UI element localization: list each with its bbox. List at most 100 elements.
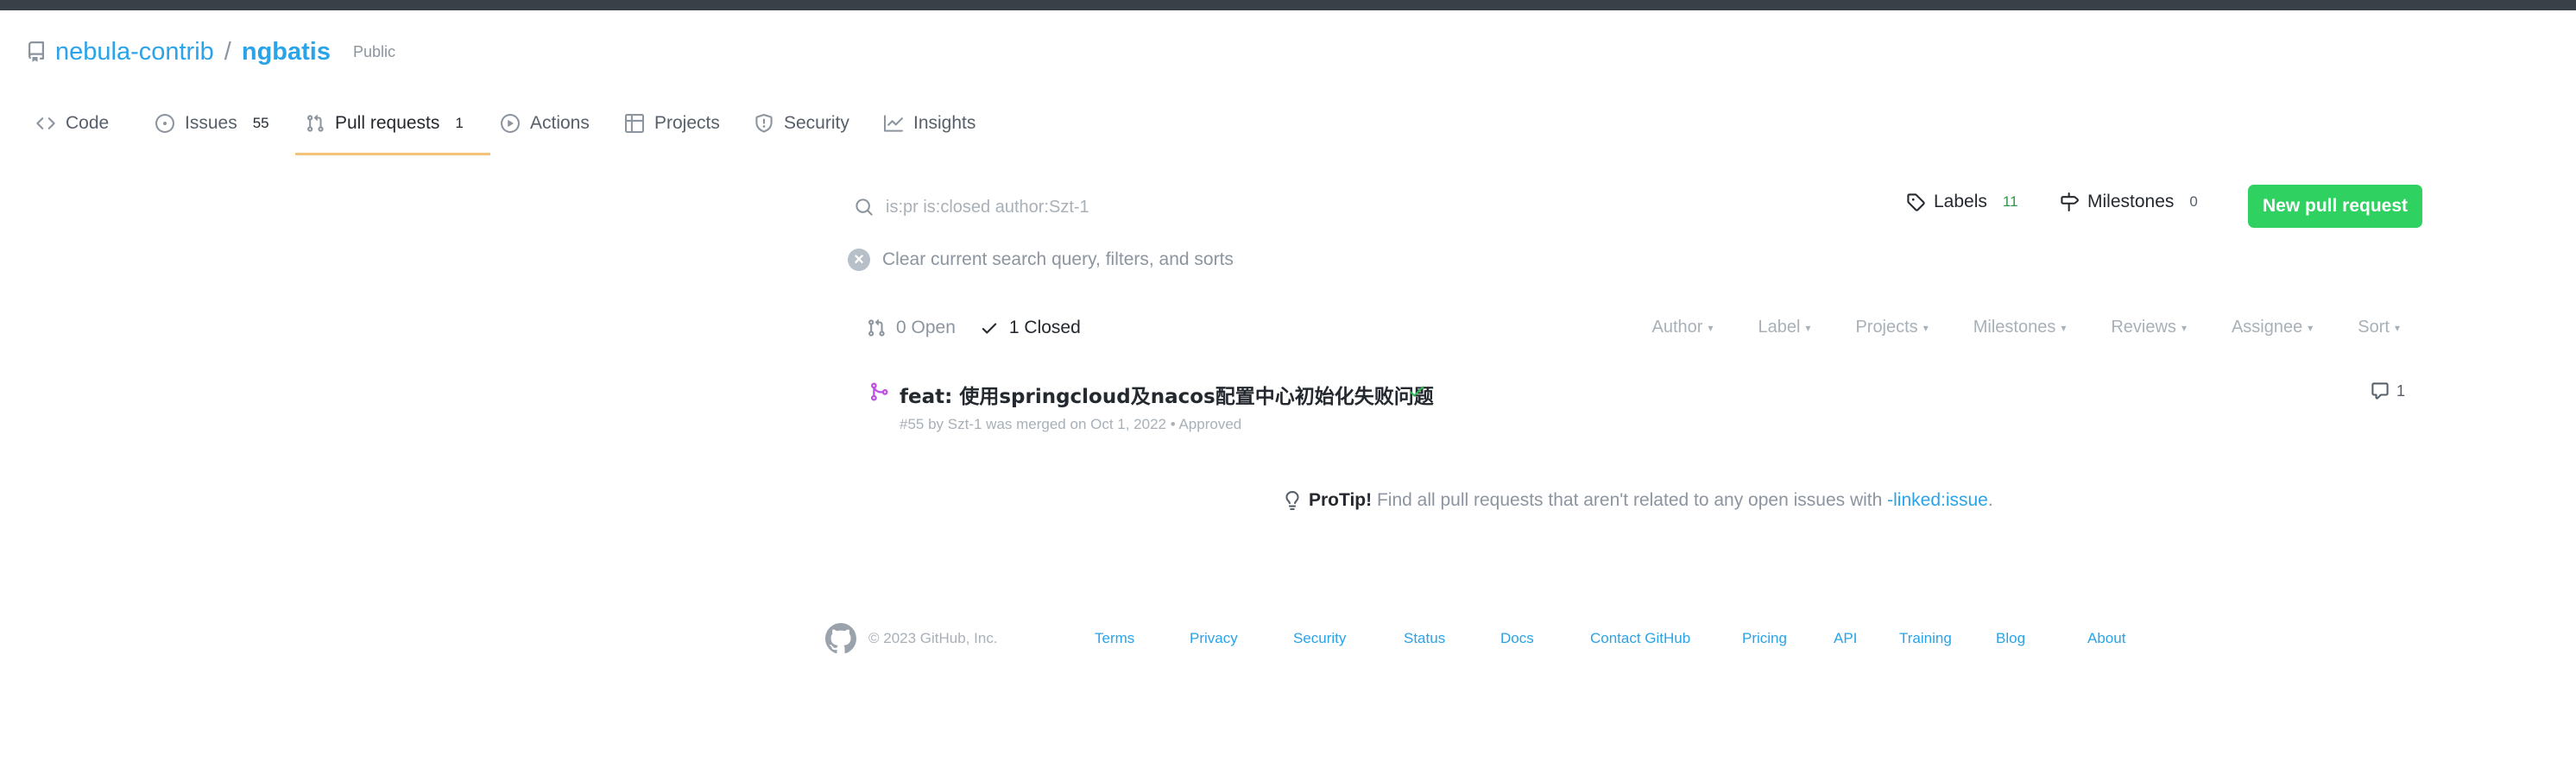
author-filter[interactable]: Author ▾ (1652, 318, 1714, 337)
chevron-down-icon: ▾ (2308, 321, 2314, 334)
filter-dropdowns: Author ▾ Label ▾ Projects ▾ Milestones ▾ Rev… (1652, 318, 2401, 337)
tab-security[interactable]: Security (744, 105, 874, 142)
clear-search-query-link[interactable]: × Clear current search query, filters, a… (848, 249, 1234, 271)
new-pull-request-button[interactable]: New pull request (2248, 185, 2422, 228)
labels-label: Labels (1934, 192, 1987, 211)
tab-pull-requests-count: 1 (455, 115, 464, 131)
list-item: feat: 使用springcloud及nacos配置中心初始化失败问题 #55… (868, 378, 2405, 447)
tab-pull-requests[interactable]: Pull requests 1 (295, 105, 490, 155)
pr-state-toggle: 0 Open 1 Closed (867, 318, 1081, 338)
clear-search-query-label: Clear current search query, filters, and… (882, 249, 1234, 269)
milestones-count: 0 (2189, 193, 2198, 210)
check-icon (1409, 386, 1424, 397)
graph-icon (884, 115, 903, 132)
repo-nav-tabs: Code Issues 55 Pull requests 1 Actions P… (26, 105, 1003, 155)
footer-link-training[interactable]: Training (1899, 630, 1996, 647)
chevron-down-icon: ▾ (1708, 321, 1714, 334)
author-filter-label: Author (1651, 318, 1703, 337)
labels-button[interactable]: Labels 11 (1906, 192, 2018, 212)
closed-state-link[interactable]: 1 Closed (980, 318, 1081, 338)
chevron-down-icon: ▾ (2061, 321, 2067, 334)
check-icon (982, 323, 997, 334)
label-filter-label: Label (1758, 318, 1801, 337)
open-state-label: 0 Open (896, 318, 956, 337)
assignee-filter[interactable]: Assignee ▾ (2232, 318, 2313, 337)
play-icon (501, 114, 520, 133)
pr-title-link[interactable]: feat: 使用springcloud及nacos配置中心初始化失败问题 (900, 380, 1434, 409)
repo-owner-link[interactable]: nebula-contrib (55, 38, 214, 66)
code-icon (36, 117, 55, 129)
projects-filter[interactable]: Projects ▾ (1855, 318, 1928, 337)
chevron-down-icon: ▾ (2394, 321, 2400, 334)
reviews-filter[interactable]: Reviews ▾ (2111, 318, 2187, 337)
comment-icon (2371, 382, 2389, 400)
search-icon (856, 198, 873, 216)
tab-issues-count: 55 (252, 115, 269, 131)
milestones-button[interactable]: Milestones 0 (2060, 192, 2198, 212)
search-input[interactable] (886, 197, 1369, 217)
pr-comments-count: 1 (2396, 381, 2405, 400)
tag-icon (1907, 193, 1925, 211)
label-filter[interactable]: Label ▾ (1758, 318, 1810, 337)
repo-separator: / (224, 37, 231, 66)
search-bar (855, 190, 1390, 224)
repo-name-link[interactable]: ngbatis (242, 38, 331, 66)
footer-link-api[interactable]: API (1834, 630, 1899, 647)
tab-issues[interactable]: Issues 55 (145, 105, 295, 142)
top-bar (0, 0, 2576, 10)
protip-lead: ProTip! (1309, 490, 1373, 510)
repo-header: nebula-contrib / ngbatis Public (26, 36, 395, 67)
milestones-filter[interactable]: Milestones ▾ (1973, 318, 2067, 337)
pr-meta: #55 by Szt-1 was merged on Oct 1, 2022 •… (900, 416, 1242, 432)
github-logo-icon[interactable] (825, 623, 856, 654)
tab-insights-label: Insights (913, 113, 976, 133)
pr-comments-link[interactable]: 1 (2371, 381, 2405, 400)
projects-filter-label: Projects (1855, 318, 1918, 337)
git-pull-request-icon (307, 114, 324, 132)
tab-projects[interactable]: Projects (615, 105, 744, 142)
chevron-down-icon: ▾ (2181, 321, 2187, 334)
footer-links: Terms Privacy Security Status Docs Conta… (1095, 630, 2156, 647)
footer-link-blog[interactable]: Blog (1996, 630, 2087, 647)
tab-actions-label: Actions (530, 113, 590, 133)
closed-state-label: 1 Closed (1008, 318, 1081, 337)
footer-link-pricing[interactable]: Pricing (1742, 630, 1834, 647)
footer-link-terms[interactable]: Terms (1095, 630, 1190, 647)
light-bulb-icon (1285, 491, 1299, 510)
open-state-link[interactable]: 0 Open (867, 318, 956, 338)
sort-filter[interactable]: Sort ▾ (2358, 318, 2400, 337)
chevron-down-icon: ▾ (1923, 321, 1929, 334)
footer-link-status[interactable]: Status (1404, 630, 1500, 647)
sort-filter-label: Sort (2358, 318, 2390, 337)
tab-security-label: Security (784, 113, 849, 133)
tab-code[interactable]: Code (26, 105, 145, 142)
reviews-filter-label: Reviews (2111, 318, 2176, 337)
tab-insights[interactable]: Insights (874, 105, 1003, 142)
assignee-filter-label: Assignee (2231, 318, 2303, 337)
protip-tail: . (1987, 490, 1993, 510)
tab-pull-requests-label: Pull requests (335, 113, 440, 133)
footer-link-privacy[interactable]: Privacy (1190, 630, 1293, 647)
footer-link-contact[interactable]: Contact GitHub (1590, 630, 1742, 647)
linked-issue-link[interactable]: -linked:issue (1887, 490, 1988, 510)
footer-link-docs[interactable]: Docs (1500, 630, 1590, 647)
visibility-badge: Public (352, 42, 396, 60)
chevron-down-icon: ▾ (1805, 321, 1811, 334)
labels-count: 11 (2002, 193, 2018, 210)
footer-copyright: © 2023 GitHub, Inc. (868, 630, 998, 646)
issue-opened-icon (155, 114, 174, 133)
tab-projects-label: Projects (654, 113, 720, 133)
tab-actions[interactable]: Actions (490, 105, 615, 142)
git-merge-icon (871, 382, 888, 401)
footer: © 2023 GitHub, Inc. Terms Privacy Securi… (825, 621, 2172, 656)
tab-issues-label: Issues (185, 113, 237, 133)
table-icon (625, 114, 644, 133)
footer-link-about[interactable]: About (2087, 630, 2156, 647)
milestones-label: Milestones (2087, 192, 2175, 211)
protip: ProTip! Find all pull requests that aren… (1283, 490, 1993, 511)
milestone-icon (2061, 192, 2079, 211)
protip-text: Find all pull requests that aren't relat… (1372, 490, 1888, 510)
milestones-filter-label: Milestones (1973, 318, 2056, 337)
shield-icon (755, 114, 773, 133)
footer-link-security[interactable]: Security (1293, 630, 1404, 647)
